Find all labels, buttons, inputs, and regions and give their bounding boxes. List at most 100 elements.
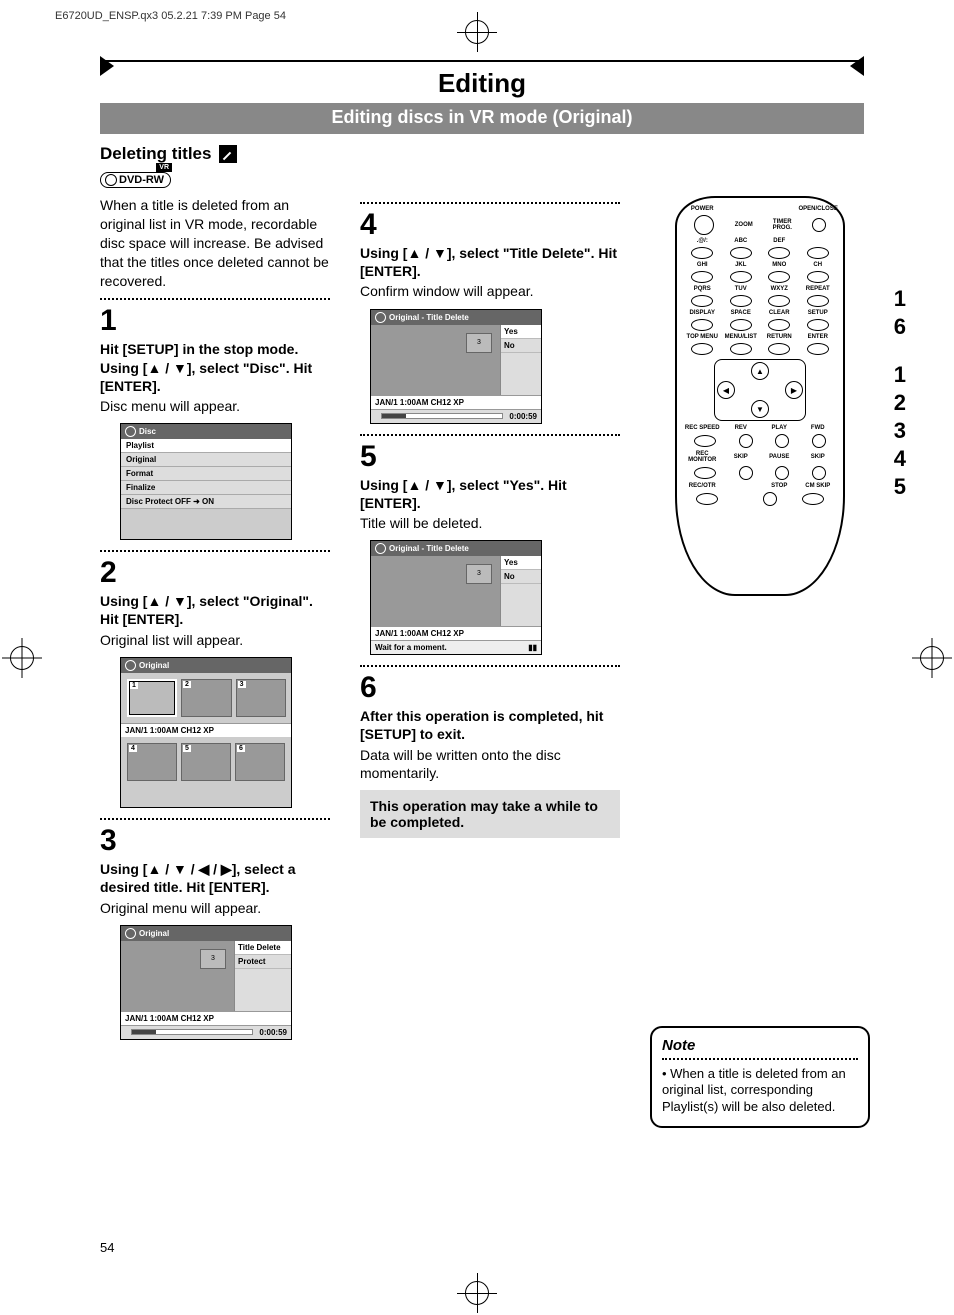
num-8 [730, 295, 752, 307]
divider [360, 202, 620, 204]
osd5-thumb: 3 [466, 564, 492, 584]
dpad-left: ◀ [717, 381, 735, 399]
osd3-status: JAN/1 1:00AM CH12 XP [121, 1011, 291, 1025]
osd3-time: 0:00:59 [259, 1028, 287, 1037]
num-2 [730, 247, 752, 259]
osd1-row-protect: Disc Protect OFF ➜ ON [121, 495, 291, 509]
num-4 [691, 271, 713, 283]
remote-control-diagram: POWER OPEN/CLOSE ZOOM TIMER PROG. .@/: A… [675, 196, 845, 596]
osd5-no: No [501, 570, 541, 584]
osd1-row-finalize: Finalize [121, 481, 291, 495]
osd-original-list: Original 1 2 3 JAN/1 1:00AM CH12 XP 4 5 … [120, 657, 292, 809]
dpad-right: ▶ [785, 381, 803, 399]
osd4-status: JAN/1 1:00AM CH12 XP [371, 395, 541, 409]
intro-text: When a title is deleted from an original… [100, 196, 330, 290]
callout-3: 3 [894, 420, 906, 442]
osd3-menu-protect: Protect [235, 955, 291, 969]
step-5-number: 5 [360, 442, 620, 472]
enter-btn [807, 343, 829, 355]
page-number: 54 [100, 1240, 114, 1255]
num-0 [730, 319, 752, 331]
section-title: Editing discs in VR mode (Original) [100, 103, 864, 134]
num-7 [691, 295, 713, 307]
note-divider [662, 1058, 858, 1060]
osd1-title: Disc [139, 427, 156, 436]
disc-icon [375, 312, 386, 323]
divider [360, 665, 620, 667]
note-label: Note [662, 1036, 858, 1056]
subheading: Deleting titles [100, 144, 864, 164]
recotr-btn [696, 493, 718, 505]
clear-btn [768, 319, 790, 331]
return-btn [768, 343, 790, 355]
recspeed-btn [694, 435, 716, 447]
ch-up [807, 271, 829, 283]
osd1-row-format: Format [121, 467, 291, 481]
thumb-1: 1 [130, 682, 138, 689]
step-2-number: 2 [100, 558, 330, 588]
osd1-row-original: Original [121, 453, 291, 467]
step-4-number: 4 [360, 210, 620, 240]
crop-mark-left [10, 646, 34, 670]
column-3: POWER OPEN/CLOSE ZOOM TIMER PROG. .@/: A… [650, 196, 870, 1128]
divider [100, 550, 330, 552]
callout-5: 5 [894, 476, 906, 498]
divider [100, 818, 330, 820]
dpad-up: ▲ [751, 362, 769, 380]
stop-btn [763, 492, 777, 506]
step-4-title: Using [▲ / ▼], select "Title Delete". Hi… [360, 244, 620, 280]
osd1-row-playlist: Playlist [121, 439, 291, 453]
osd4-title: Original - Title Delete [389, 313, 469, 322]
thumb-3: 3 [238, 681, 246, 688]
dvd-rw-badge: DVD-RW VR [100, 172, 171, 188]
power-button [694, 215, 714, 235]
warning-box: This operation may take a while to be co… [360, 790, 620, 838]
osd-original-menu: Original 3 Title Delete Protect JAN/1 1:… [120, 925, 292, 1040]
content-columns: When a title is deleted from an original… [100, 196, 864, 1128]
note-text: • When a title is deleted from an origin… [662, 1066, 858, 1117]
step-5-body: Title will be deleted. [360, 514, 620, 532]
column-2: 4 Using [▲ / ▼], select "Title Delete". … [360, 196, 620, 1128]
thumb-4: 4 [129, 745, 137, 752]
disc-icon [125, 660, 136, 671]
r-zoom: ZOOM [725, 222, 764, 228]
menulist-btn [730, 343, 752, 355]
rev-btn [739, 434, 753, 448]
subheading-text: Deleting titles [100, 144, 211, 164]
osd2-status: JAN/1 1:00AM CH12 XP [121, 723, 291, 737]
step-6-number: 6 [360, 673, 620, 703]
osd4-no: No [501, 339, 541, 353]
osd4-yes: Yes [501, 325, 541, 339]
play-btn [775, 434, 789, 448]
cmskip-btn [802, 493, 824, 505]
step-4-body: Confirm window will appear. [360, 282, 620, 300]
recmon-btn [694, 467, 716, 479]
callout-6: 6 [894, 316, 906, 338]
document-header-stamp: E6720UD_ENSP.qx3 05.2.21 7:39 PM Page 54 [55, 10, 286, 22]
osd3-title: Original [139, 929, 169, 938]
skipfwd-btn [812, 466, 826, 480]
callout-1a: 1 [894, 288, 906, 310]
divider [100, 298, 330, 300]
num-1 [691, 247, 713, 259]
num-5 [730, 271, 752, 283]
topmenu-btn [691, 343, 713, 355]
remote-callouts: 1 6 1 2 3 4 5 [894, 282, 906, 504]
dpad-down: ▼ [751, 400, 769, 418]
step-1-body: Disc menu will appear. [100, 397, 330, 415]
display-btn [691, 319, 713, 331]
osd3-menu-title-delete: Title Delete [235, 941, 291, 955]
step-2-body: Original list will appear. [100, 631, 330, 649]
repeat-btn [807, 295, 829, 307]
r-timerprog: TIMER PROG. [763, 219, 802, 231]
step-5-title: Using [▲ / ▼], select "Yes". Hit [ENTER]… [360, 476, 620, 512]
disc-icon [125, 426, 136, 437]
osd4-thumb: 3 [466, 333, 492, 353]
step-3-number: 3 [100, 826, 330, 856]
pause-btn [775, 466, 789, 480]
osd-deleting: Original - Title Delete 3 Yes No JAN/1 1… [370, 540, 542, 655]
badge-main-text: DVD-RW [119, 174, 164, 186]
step-6-title: After this operation is completed, hit [… [360, 707, 620, 743]
crop-mark-right [920, 646, 944, 670]
osd5-footer: Wait for a moment. [375, 643, 447, 652]
